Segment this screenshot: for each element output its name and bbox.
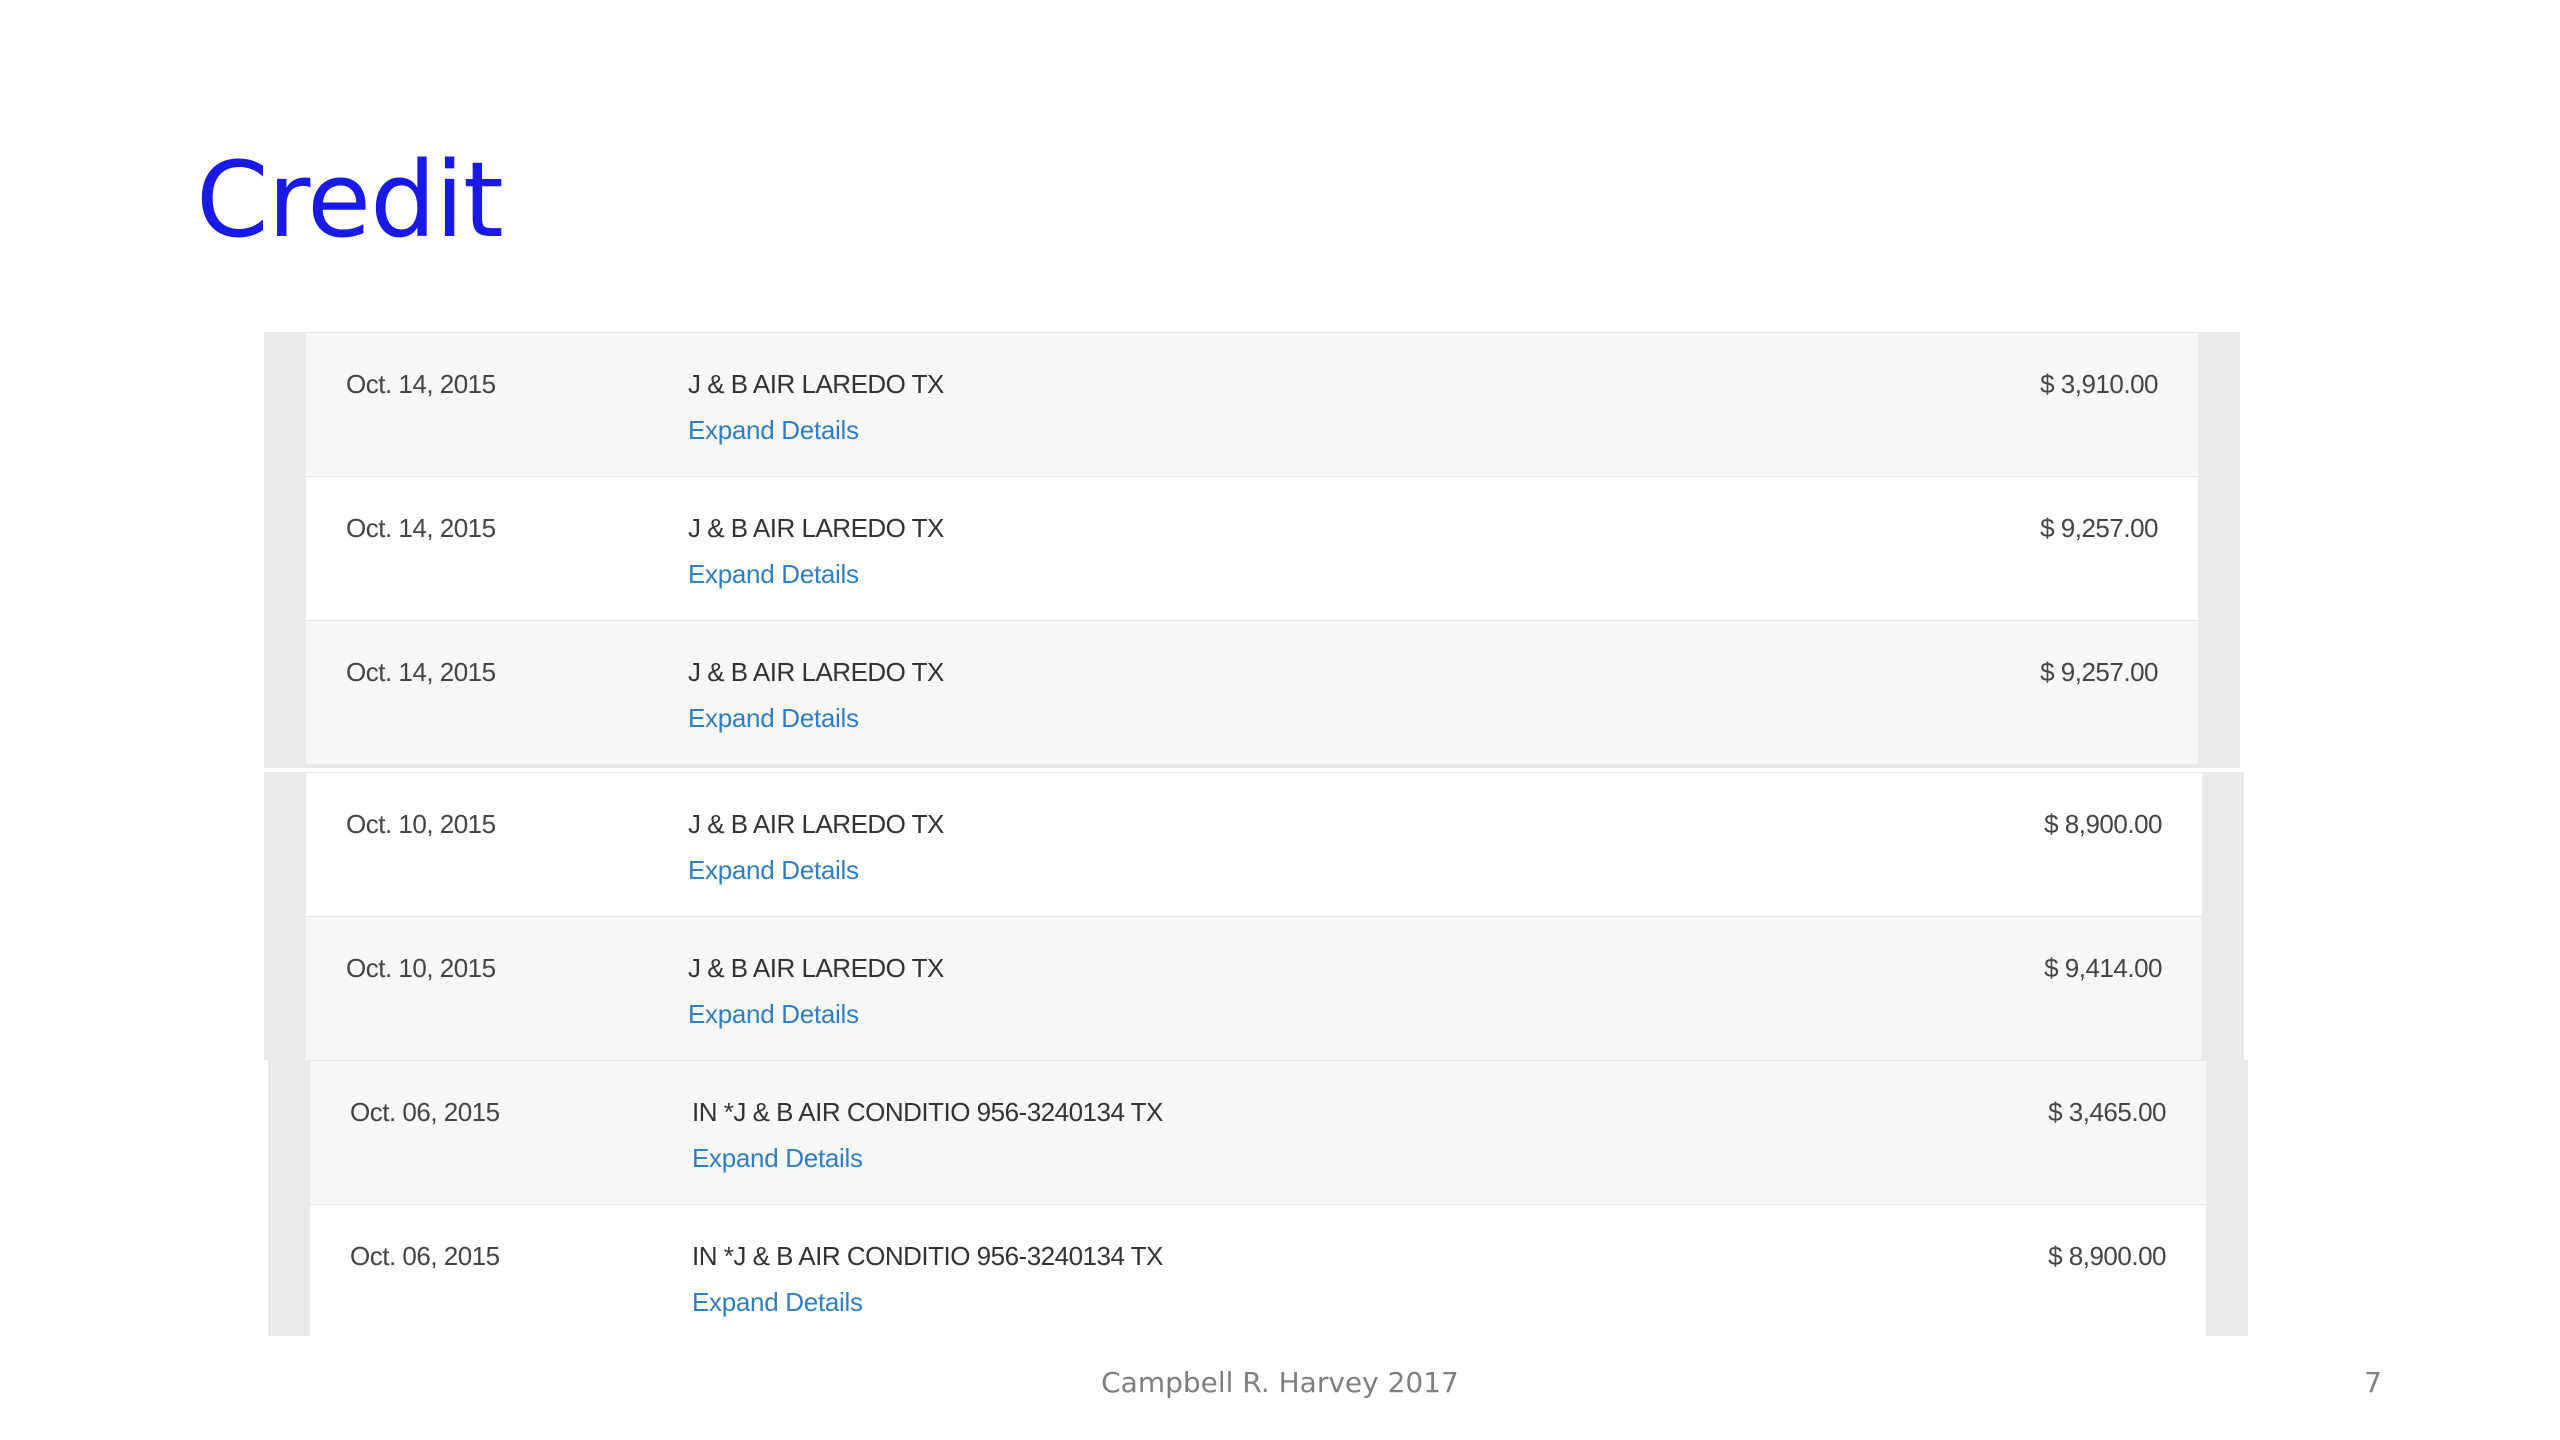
transaction-list-oct-06: Oct. 06, 2015 IN *J & B AIR CONDITIO 956… [268, 1060, 2248, 1336]
transaction-description: J & B AIR LAREDO TX [688, 809, 944, 839]
transaction-row: Oct. 10, 2015 J & B AIR LAREDO TX Expand… [306, 772, 2202, 916]
transaction-amount: $ 9,257.00 [2040, 513, 2158, 543]
transaction-description: J & B AIR LAREDO TX [688, 369, 944, 399]
transaction-date: Oct. 10, 2015 [346, 809, 496, 839]
transaction-amount: $ 3,465.00 [2048, 1097, 2166, 1127]
transaction-date: Oct. 06, 2015 [350, 1097, 500, 1127]
expand-details-link[interactable]: Expand Details [688, 415, 859, 446]
slide-title: Credit [196, 139, 504, 261]
transaction-row: Oct. 14, 2015 J & B AIR LAREDO TX Expand… [306, 332, 2198, 476]
transaction-description: J & B AIR LAREDO TX [688, 953, 944, 983]
transaction-amount: $ 8,900.00 [2044, 809, 2162, 839]
transaction-row: Oct. 06, 2015 IN *J & B AIR CONDITIO 956… [310, 1060, 2206, 1204]
expand-details-link[interactable]: Expand Details [688, 559, 859, 590]
transaction-list-oct-14: Oct. 14, 2015 J & B AIR LAREDO TX Expand… [264, 332, 2240, 768]
slide: Credit Oct. 14, 2015 J & B AIR LAREDO TX… [0, 0, 2560, 1440]
transaction-description: IN *J & B AIR CONDITIO 956-3240134 TX [692, 1097, 1163, 1127]
transaction-row: Oct. 06, 2015 IN *J & B AIR CONDITIO 956… [310, 1204, 2206, 1336]
transaction-row: Oct. 10, 2015 J & B AIR LAREDO TX Expand… [306, 916, 2202, 1060]
transaction-date: Oct. 10, 2015 [346, 953, 496, 983]
transaction-row: Oct. 14, 2015 J & B AIR LAREDO TX Expand… [306, 476, 2198, 620]
transaction-description: IN *J & B AIR CONDITIO 956-3240134 TX [692, 1241, 1163, 1271]
expand-details-link[interactable]: Expand Details [688, 703, 859, 734]
transaction-list-oct-10: Oct. 10, 2015 J & B AIR LAREDO TX Expand… [264, 772, 2244, 1060]
transaction-amount: $ 3,910.00 [2040, 369, 2158, 399]
page-number: 7 [2364, 1366, 2382, 1399]
transaction-date: Oct. 14, 2015 [346, 513, 496, 543]
transaction-date: Oct. 06, 2015 [350, 1241, 500, 1271]
transaction-description: J & B AIR LAREDO TX [688, 657, 944, 687]
expand-details-link[interactable]: Expand Details [688, 855, 859, 886]
slide-footer: Campbell R. Harvey 2017 [1101, 1366, 1459, 1399]
transaction-date: Oct. 14, 2015 [346, 369, 496, 399]
transaction-description: J & B AIR LAREDO TX [688, 513, 944, 543]
transaction-amount: $ 9,414.00 [2044, 953, 2162, 983]
transaction-amount: $ 8,900.00 [2048, 1241, 2166, 1271]
expand-details-link[interactable]: Expand Details [692, 1287, 863, 1318]
expand-details-link[interactable]: Expand Details [692, 1143, 863, 1174]
transaction-date: Oct. 14, 2015 [346, 657, 496, 687]
expand-details-link[interactable]: Expand Details [688, 999, 859, 1030]
transaction-amount: $ 9,257.00 [2040, 657, 2158, 687]
transaction-row: Oct. 14, 2015 J & B AIR LAREDO TX Expand… [306, 620, 2198, 764]
